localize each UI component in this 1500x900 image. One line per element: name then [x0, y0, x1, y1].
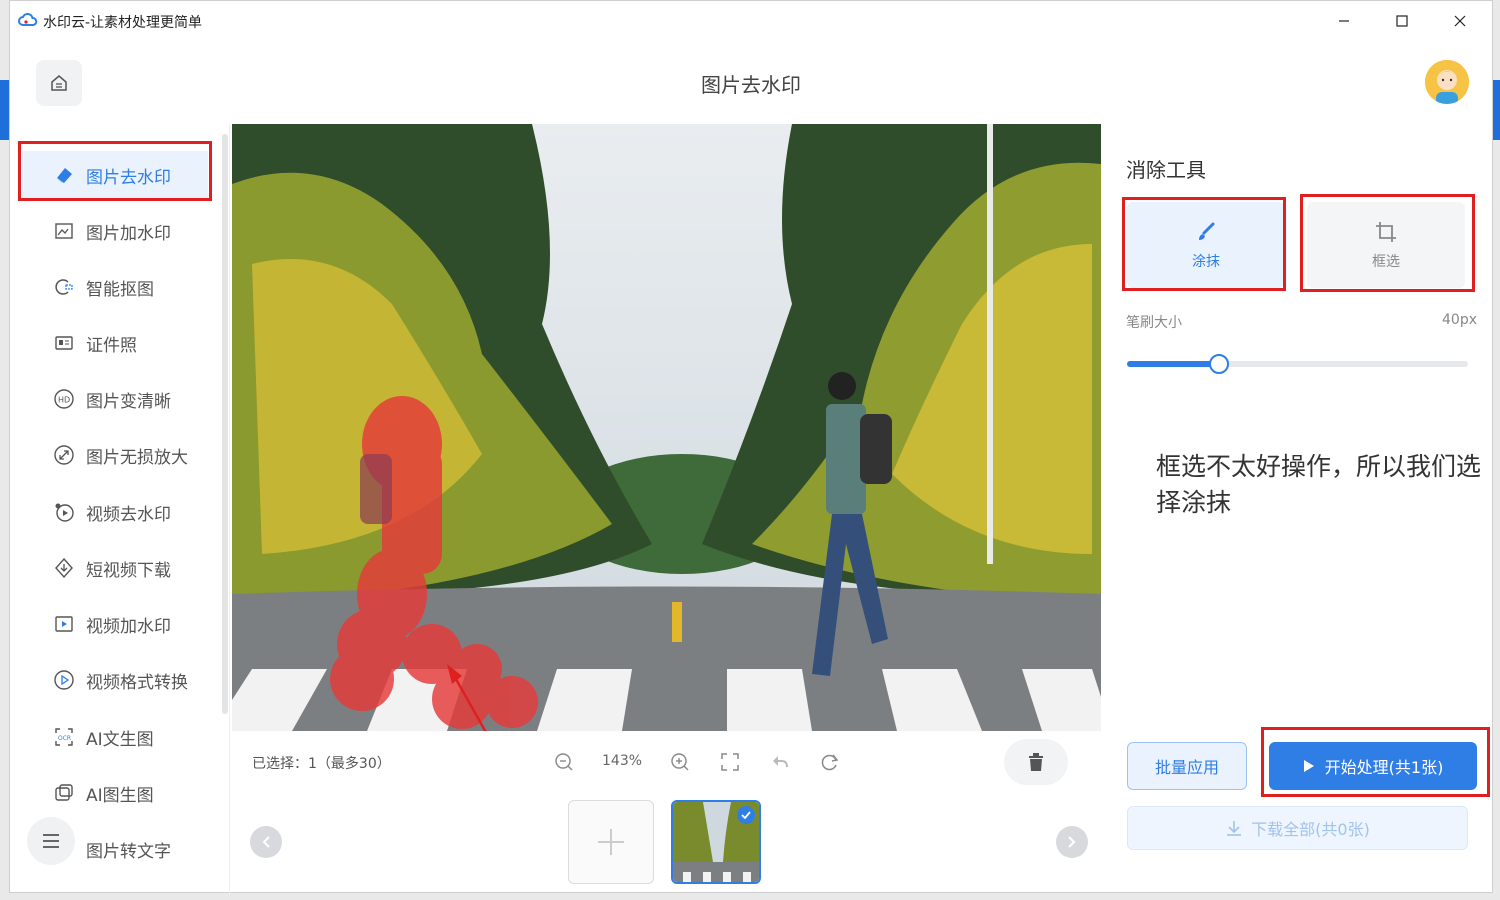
- zoom-in-icon: [671, 753, 689, 771]
- svg-text:OCR: OCR: [58, 735, 71, 742]
- brush-size-slider[interactable]: [1127, 354, 1468, 374]
- expand-icon: [52, 443, 76, 467]
- window-title: 水印云-让素材处理更简单: [43, 15, 203, 31]
- minimize-button[interactable]: [1326, 9, 1362, 33]
- sidebar-item-label: 图片变清晰: [86, 391, 171, 412]
- batch-apply-button[interactable]: 批量应用: [1127, 742, 1247, 790]
- slider-fill: [1127, 361, 1220, 367]
- sidebar-item-label: 图片无损放大: [86, 447, 188, 468]
- sidebar-item-label: 短视频下载: [86, 560, 171, 581]
- sidebar-item-label: 视频去水印: [86, 504, 171, 525]
- image-stack-icon: [52, 781, 76, 805]
- sidebar-item-label: 视频格式转换: [86, 672, 188, 693]
- image-canvas[interactable]: [232, 124, 1101, 731]
- add-image-button[interactable]: [568, 800, 654, 884]
- sidebar-item-upscale[interactable]: 图片无损放大: [22, 431, 208, 479]
- sidebar-menu-button[interactable]: [27, 817, 75, 865]
- delete-button[interactable]: [1004, 739, 1068, 785]
- brush-size-value: 40px: [1442, 312, 1477, 328]
- sidebar-item-ai-image-to-image[interactable]: AI图生图: [22, 769, 208, 817]
- image-thumbnail[interactable]: [671, 800, 761, 884]
- sidebar-item-short-video-download[interactable]: 短视频下载: [22, 544, 208, 592]
- highlight-smear-box: [1122, 197, 1286, 291]
- sidebar: 图片去水印 图片加水印 智能抠图 证件照 HD 图片变清晰 图片无损放大 视频去…: [10, 124, 230, 894]
- check-icon: [737, 806, 755, 824]
- tool-panel: 消除工具 涂抹 框选 笔刷大小 40px 框选不太好操作，所以我们选择涂抹 批量…: [1101, 124, 1494, 894]
- fit-screen-button[interactable]: [718, 750, 742, 774]
- chevron-right-icon: [1068, 836, 1076, 848]
- sidebar-item-label: AI文生图: [86, 729, 154, 750]
- undo-button[interactable]: [768, 750, 792, 774]
- maximize-button[interactable]: [1384, 9, 1420, 33]
- sidebar-item-label: 智能抠图: [86, 279, 154, 300]
- slider-handle[interactable]: [1209, 354, 1230, 374]
- fullscreen-icon: [721, 753, 739, 771]
- zoom-out-button[interactable]: [552, 750, 576, 774]
- menu-icon: [43, 834, 59, 848]
- app-window: 水印云-让素材处理更简单 图片去水印 图片去水印 图片加水印 智能抠图 证件照 …: [9, 0, 1494, 894]
- sidebar-item-video-add[interactable]: 视频加水印: [22, 600, 208, 648]
- photo-preview: [232, 124, 1101, 731]
- sidebar-item-smart-cutout[interactable]: 智能抠图: [22, 263, 208, 311]
- panel-title: 消除工具: [1126, 158, 1206, 182]
- image-edit-icon: [52, 219, 76, 243]
- cloud-logo-icon: [18, 12, 38, 26]
- trash-icon: [1029, 753, 1043, 771]
- id-card-icon: [52, 331, 76, 355]
- avatar-icon: [1425, 60, 1469, 104]
- cutout-icon: [52, 275, 76, 299]
- next-arrow-button[interactable]: [1056, 826, 1088, 858]
- video-eraser-icon: [52, 500, 76, 524]
- prev-arrow-button[interactable]: [250, 826, 282, 858]
- play-circle-icon: [52, 668, 76, 692]
- sidebar-item-ai-text-to-image[interactable]: OCR AI文生图: [22, 713, 208, 761]
- sidebar-item-label: 图片转文字: [86, 841, 171, 862]
- annotation-note: 框选不太好操作，所以我们选择涂抹: [1156, 452, 1482, 517]
- download-all-button[interactable]: 下载全部(共0张): [1127, 806, 1468, 850]
- canvas-toolbar: 已选择：1（最多30） 143%: [232, 731, 1101, 791]
- zoom-out-icon: [555, 753, 573, 771]
- maximize-icon: [1396, 15, 1408, 27]
- sidebar-item-label: AI图生图: [86, 785, 154, 806]
- highlight-box-select-box: [1300, 194, 1475, 292]
- download-all-label: 下载全部(共0张): [1251, 820, 1370, 839]
- sidebar-item-id-photo[interactable]: 证件照: [22, 319, 208, 367]
- close-icon: [1454, 15, 1466, 27]
- ocr-scan-icon: OCR: [52, 725, 76, 749]
- minimize-icon: [1339, 20, 1349, 22]
- thumbnail-strip: [232, 796, 1101, 891]
- highlight-start-box: [1261, 727, 1490, 797]
- close-button[interactable]: [1442, 9, 1478, 33]
- plus-icon: [598, 829, 624, 855]
- sidebar-item-enhance[interactable]: HD 图片变清晰: [22, 375, 208, 423]
- sidebar-item-video-remove[interactable]: 视频去水印: [22, 488, 208, 536]
- hd-icon: HD: [52, 387, 76, 411]
- download-shield-icon: [52, 556, 76, 580]
- zoom-level: 143%: [602, 753, 643, 769]
- title-bar: 水印云-让素材处理更简单: [10, 1, 1492, 41]
- sidebar-item-video-convert[interactable]: 视频格式转换: [22, 656, 208, 704]
- svg-text:HD: HD: [58, 396, 70, 405]
- page-title: 图片去水印: [701, 73, 801, 97]
- brush-size-label: 笔刷大小: [1126, 315, 1182, 331]
- highlight-sidebar-box: [18, 141, 212, 201]
- sidebar-item-add-watermark[interactable]: 图片加水印: [22, 207, 208, 255]
- zoom-in-button[interactable]: [668, 750, 692, 774]
- chevron-left-icon: [262, 836, 270, 848]
- undo-icon: [773, 756, 788, 768]
- reset-button[interactable]: [818, 750, 842, 774]
- sidebar-scrollbar[interactable]: [222, 134, 228, 714]
- sidebar-item-label: 证件照: [86, 335, 137, 356]
- refresh-icon: [821, 754, 839, 771]
- sidebar-item-label: 图片加水印: [86, 223, 171, 244]
- download-icon: [1227, 821, 1242, 836]
- sidebar-item-label: 视频加水印: [86, 616, 171, 637]
- user-avatar[interactable]: [1425, 60, 1469, 104]
- selection-count: 已选择：1（最多30）: [252, 756, 391, 772]
- video-add-icon: [52, 612, 76, 636]
